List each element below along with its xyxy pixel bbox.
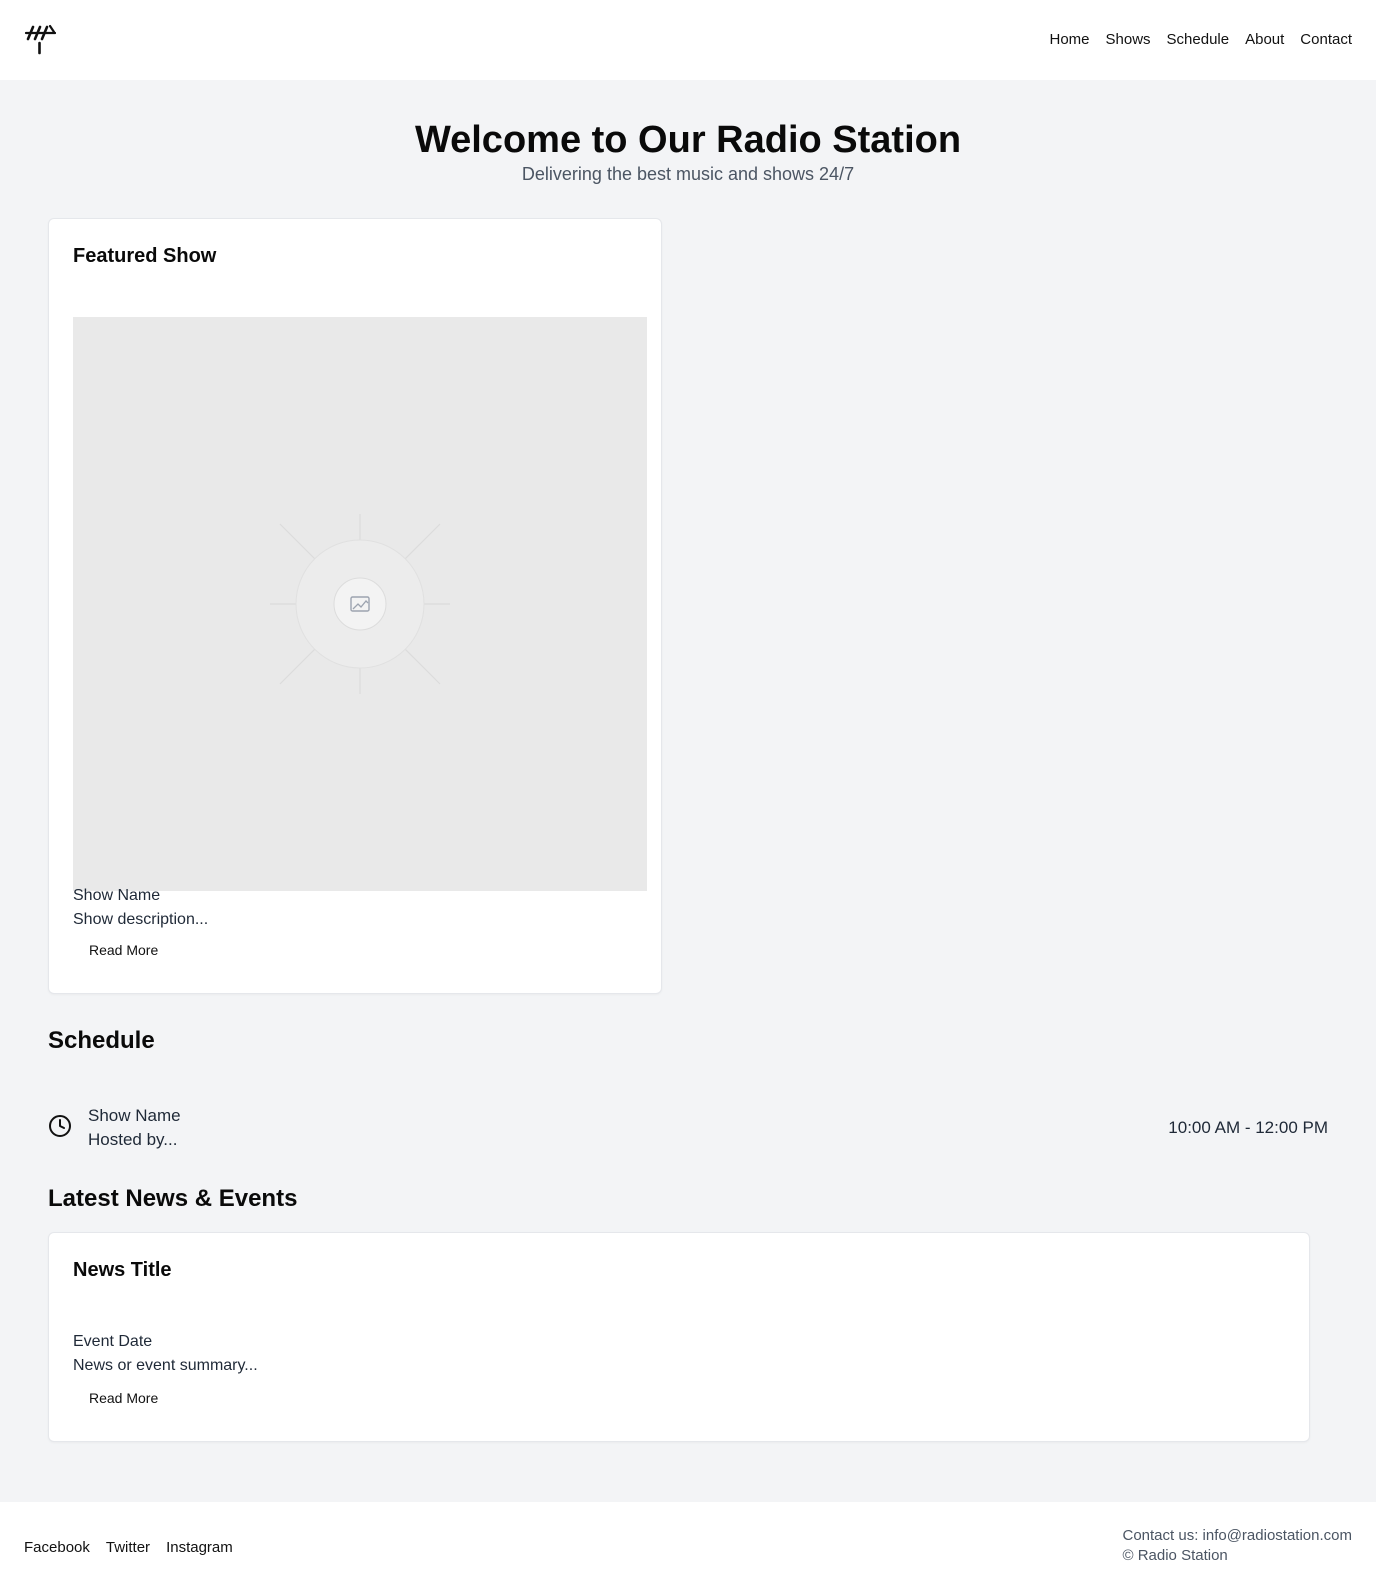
featured-show-name: Show Name [73, 887, 161, 904]
featured-show-description: Show description... [73, 911, 209, 928]
clock-icon [49, 1115, 71, 1137]
schedule-show-host: Hosted by... [88, 1130, 178, 1149]
main-nav: Home Shows Schedule About Contact [1049, 30, 1352, 50]
nav-schedule[interactable]: Schedule [1167, 30, 1230, 50]
news-card: News Title Event Date News or event summ… [48, 1232, 1310, 1442]
site-header: Home Shows Schedule About Contact [0, 0, 1376, 80]
news-read-more-button[interactable]: Read More [73, 1382, 174, 1414]
nav-contact[interactable]: Contact [1300, 30, 1352, 50]
news-summary: News or event summary... [73, 1357, 258, 1374]
schedule-show-name: Show Name [88, 1106, 181, 1125]
schedule-heading: Schedule [48, 1027, 155, 1054]
social-facebook[interactable]: Facebook [24, 1538, 90, 1558]
social-links: Facebook Twitter Instagram [24, 1538, 233, 1558]
featured-read-more-button[interactable]: Read More [73, 934, 174, 966]
radio-antenna-logo-icon [24, 24, 56, 55]
news-event-date: Event Date [73, 1333, 153, 1350]
featured-show-heading: Featured Show [73, 245, 217, 267]
schedule-show-time: 10:00 AM - 12:00 PM [1168, 1118, 1328, 1137]
nav-about[interactable]: About [1245, 30, 1284, 50]
nav-shows[interactable]: Shows [1106, 30, 1151, 50]
news-heading: Latest News & Events [48, 1185, 298, 1212]
featured-show-card: Featured Show Show Name Show description… [48, 218, 662, 994]
social-twitter[interactable]: Twitter [106, 1538, 150, 1558]
footer-contact: Contact us: info@radiostation.com © Radi… [1122, 1526, 1352, 1566]
social-instagram[interactable]: Instagram [166, 1538, 233, 1558]
copyright: © Radio Station [1122, 1547, 1228, 1564]
page-title: Welcome to Our Radio Station [414, 119, 962, 161]
image-placeholder-icon [270, 514, 450, 694]
featured-show-image [73, 317, 647, 891]
site-footer: Facebook Twitter Instagram Contact us: i… [0, 1502, 1376, 1590]
logo-link[interactable] [24, 23, 56, 57]
nav-home[interactable]: Home [1049, 30, 1089, 50]
contact-email: Contact us: info@radiostation.com [1122, 1527, 1352, 1544]
news-title: News Title [73, 1259, 172, 1281]
page-subtitle: Delivering the best music and shows 24/7 [521, 164, 855, 184]
schedule-item[interactable]: Show Name Hosted by... 10:00 AM - 12:00 … [48, 1104, 1328, 1156]
